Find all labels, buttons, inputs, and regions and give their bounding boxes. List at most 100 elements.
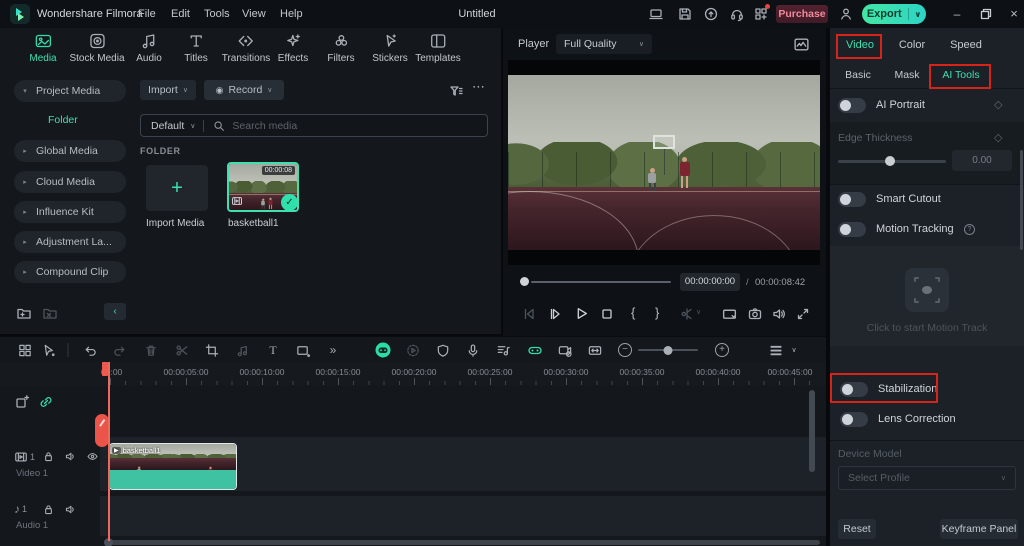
delete-folder-icon[interactable] xyxy=(42,305,58,321)
upload-cloud-icon[interactable] xyxy=(703,6,719,22)
filter-icon[interactable] xyxy=(448,83,464,99)
save-icon[interactable] xyxy=(677,6,693,22)
tab-color[interactable]: Color xyxy=(899,39,925,51)
sidebar-item-cloud-media[interactable]: ▸ Cloud Media xyxy=(14,171,126,193)
sidebar-item-adjustment-layer[interactable]: ▸ Adjustment La... xyxy=(14,231,126,253)
motion-tracking-toggle[interactable] xyxy=(838,222,866,237)
keyframe-panel-button[interactable]: Keyframe Panel xyxy=(940,519,1018,539)
export-button[interactable]: Export ∨ xyxy=(862,4,926,24)
auto-ripple-icon[interactable] xyxy=(588,337,603,363)
video-track-lock-icon[interactable] xyxy=(42,450,55,463)
tab-titles[interactable]: Titles xyxy=(184,32,208,64)
play-button[interactable] xyxy=(573,305,590,322)
timeline-zoom-handle[interactable] xyxy=(664,346,673,355)
sidebar-subitem-folder[interactable]: Folder xyxy=(48,114,78,126)
edge-keyframe-diamond-icon[interactable]: ◇ xyxy=(994,131,1002,144)
edge-thickness-slider-handle[interactable] xyxy=(885,156,895,166)
layout-grid-icon[interactable] xyxy=(18,337,33,363)
audio-track-mute-icon[interactable] xyxy=(64,503,77,516)
ai-assistant-icon[interactable] xyxy=(374,337,392,363)
new-folder-icon[interactable] xyxy=(16,305,32,321)
account-icon[interactable] xyxy=(838,6,854,22)
tab-stock-media[interactable]: Stock Media xyxy=(69,32,124,64)
audio-mixer-icon[interactable] xyxy=(496,337,511,363)
menu-help[interactable]: Help xyxy=(280,0,303,28)
export-caret-icon[interactable]: ∨ xyxy=(915,10,922,19)
subtab-mask[interactable]: Mask xyxy=(894,69,919,81)
menu-view[interactable]: View xyxy=(242,0,266,28)
timeline-clip-basketball1[interactable]: ▶ basketball1 xyxy=(109,443,237,490)
more-tools-icon[interactable]: » xyxy=(330,337,337,363)
media-clip-thumbnail[interactable]: 00:00:08 ✓ xyxy=(227,162,299,212)
next-frame-button[interactable] xyxy=(547,306,563,322)
sort-dropdown[interactable]: Default xyxy=(151,120,184,132)
motion-tracking-info-icon[interactable]: ? xyxy=(964,224,975,235)
fullscreen-button[interactable] xyxy=(795,306,811,322)
playhead-split-handle[interactable] xyxy=(95,414,109,447)
add-track-icon[interactable] xyxy=(14,394,30,410)
tab-transitions[interactable]: Transitions xyxy=(222,32,271,64)
crop-icon[interactable] xyxy=(205,337,220,363)
shape-tool-icon[interactable] xyxy=(296,337,311,363)
properties-scrollbar[interactable] xyxy=(1020,150,1023,250)
device-preview-icon[interactable] xyxy=(648,6,664,22)
redo-icon[interactable] xyxy=(113,337,128,363)
support-headset-icon[interactable] xyxy=(729,6,745,22)
mark-in-button[interactable]: { xyxy=(631,305,635,320)
sidebar-item-influence-kit[interactable]: ▸ Influence Kit xyxy=(14,201,126,223)
tab-speed[interactable]: Speed xyxy=(950,39,982,51)
sidebar-item-project-media[interactable]: ▾ Project Media xyxy=(14,80,126,102)
addons-grid-icon[interactable] xyxy=(753,6,769,22)
tab-audio[interactable]: Audio xyxy=(136,32,162,64)
smart-cutout-toggle[interactable] xyxy=(838,192,866,207)
sidebar-item-compound-clip[interactable]: ▸ Compound Clip xyxy=(14,261,126,283)
audio-stretch-icon[interactable] xyxy=(236,337,251,363)
collapse-sidebar-button[interactable]: ‹ xyxy=(104,303,126,320)
split-caret-icon[interactable]: ∨ xyxy=(696,308,701,316)
playhead[interactable] xyxy=(108,362,110,541)
tab-effects[interactable]: Effects xyxy=(278,32,308,64)
playhead-grip[interactable] xyxy=(102,362,108,376)
lens-correction-toggle[interactable] xyxy=(840,412,868,427)
import-button[interactable]: Import ∨ xyxy=(140,80,196,100)
record-button[interactable]: ◉ Record ∨ xyxy=(204,80,284,100)
timeline-vertical-scrollbar[interactable] xyxy=(809,390,815,472)
video-track-visibility-icon[interactable] xyxy=(86,450,99,463)
zoom-out-icon[interactable]: − xyxy=(618,337,632,363)
menu-file[interactable]: File xyxy=(138,0,156,28)
mirror-display-button[interactable] xyxy=(721,306,738,323)
previous-frame-button[interactable] xyxy=(521,306,537,322)
scrubber-handle[interactable] xyxy=(520,277,529,286)
import-media-tile[interactable]: + xyxy=(146,165,208,211)
video-track-mute-icon[interactable] xyxy=(64,450,77,463)
volume-button[interactable] xyxy=(771,306,787,322)
minimize-button[interactable]: – xyxy=(947,0,967,28)
quality-dropdown[interactable]: Full Quality ∨ xyxy=(556,34,652,54)
screen-record-off-icon[interactable] xyxy=(558,337,573,363)
track-height-caret-icon[interactable]: ∨ xyxy=(791,337,796,363)
video-viewport[interactable] xyxy=(508,60,820,265)
menu-tools[interactable]: Tools xyxy=(204,0,230,28)
device-profile-dropdown[interactable]: Select Profile ∨ xyxy=(838,466,1016,490)
track-height-icon[interactable] xyxy=(769,337,784,363)
close-button[interactable]: × xyxy=(1004,0,1024,28)
motion-track-target[interactable] xyxy=(905,268,949,312)
reset-button[interactable]: Reset xyxy=(838,519,876,539)
subtab-basic[interactable]: Basic xyxy=(845,69,871,81)
keyframe-diamond-icon[interactable]: ◇ xyxy=(994,98,1002,111)
sidebar-item-global-media[interactable]: ▸ Global Media xyxy=(14,140,126,162)
split-button[interactable] xyxy=(679,306,695,322)
stop-button[interactable] xyxy=(599,306,615,322)
render-preview-icon[interactable] xyxy=(793,36,810,53)
tab-templates[interactable]: Templates xyxy=(415,32,461,64)
purchase-button[interactable]: Purchase xyxy=(776,5,828,23)
search-input[interactable] xyxy=(232,120,412,132)
snapshot-camera-button[interactable] xyxy=(747,306,763,322)
voiceover-mic-icon[interactable] xyxy=(466,337,481,363)
split-scissors-icon[interactable] xyxy=(175,337,190,363)
more-options-icon[interactable]: ⋯ xyxy=(472,79,486,95)
tab-stickers[interactable]: Stickers xyxy=(372,32,408,64)
scrubber-track[interactable] xyxy=(531,281,671,283)
timeline-horizontal-scrollbar[interactable] xyxy=(108,540,820,545)
timeline-ruler[interactable]: 00:00 00:00:05:00 00:00:10:00 00:00:15:0… xyxy=(0,362,826,386)
